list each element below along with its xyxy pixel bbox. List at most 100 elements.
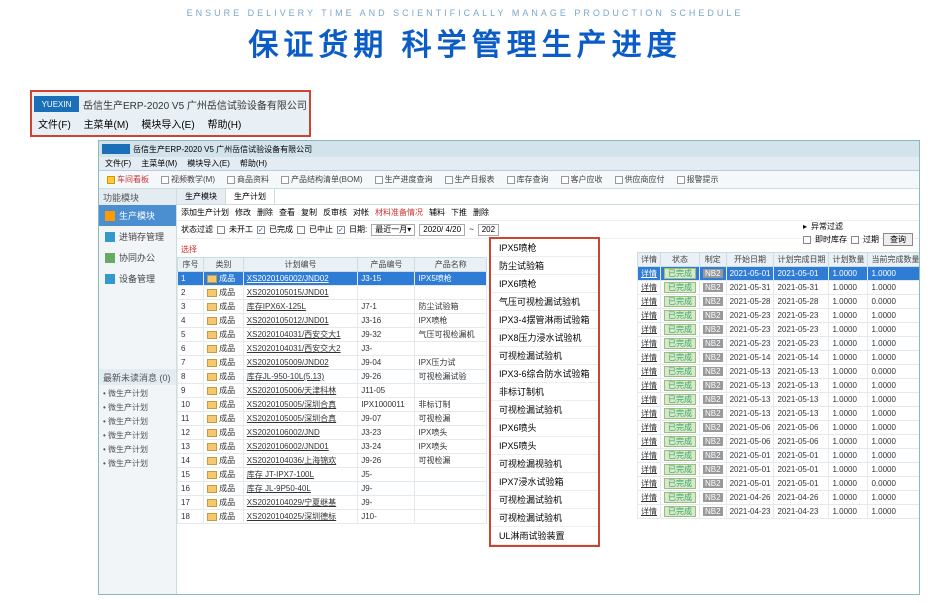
table-row[interactable]: 17成品XS2020104029/宁夏继基J9-: [178, 496, 487, 510]
action-9[interactable]: 下推: [451, 207, 467, 218]
table-row[interactable]: 详情已完成NB22021-05-012021-05-011.00000.0000: [638, 477, 920, 491]
table-row[interactable]: 8成品库存JL-950-10L(5.13)J9-26可视检漏试验: [178, 370, 487, 384]
action-3[interactable]: 查看: [279, 207, 295, 218]
toolbar-产品结构清单(BOM)[interactable]: 产品结构清单(BOM): [281, 174, 363, 185]
pending-item[interactable]: • 微生产计划: [103, 415, 172, 429]
action-4[interactable]: 复制: [301, 207, 317, 218]
table-row[interactable]: 5成品XS2020104031/西安交大1J9-32气压可视检漏机: [178, 328, 487, 342]
action-6[interactable]: 对帐: [353, 207, 369, 218]
product-popup[interactable]: IPX5喷枪防尘试验箱IPX6喷枪气压可视检漏试验机IPX3-4摆管淋雨试验箱I…: [489, 237, 600, 547]
date-from[interactable]: 2020/ 4/20: [419, 224, 465, 236]
zoom-menu-module[interactable]: 模块导入(E): [141, 120, 194, 131]
cb-nostart[interactable]: [217, 226, 225, 234]
table-row[interactable]: 详情已完成NB22021-05-062021-05-061.00001.0000…: [638, 435, 920, 449]
table-row[interactable]: 详情已完成NB22021-05-132021-05-131.00001.0000…: [638, 407, 920, 421]
popup-item[interactable]: 气压可视检漏试验机: [491, 293, 598, 311]
table-row[interactable]: 3成品库存IPX6X-125LJ7-1防尘试验箱: [178, 300, 487, 314]
table-row[interactable]: 详情已完成NB22021-04-262021-04-261.00001.0000…: [638, 491, 920, 505]
popup-item[interactable]: 可视检漏试验机: [491, 401, 598, 419]
popup-item[interactable]: 非标订制机: [491, 383, 598, 401]
popup-item[interactable]: IPX6喷头: [491, 419, 598, 437]
table-row[interactable]: 7成品XS2020105009/JND02J9-04IPX压力试: [178, 356, 487, 370]
table-row[interactable]: 13成品XS2020106002/JND01J3-24IPX喷头: [178, 440, 487, 454]
table-row[interactable]: 详情已完成NB22021-05-012021-05-011.00001.0000…: [638, 463, 920, 477]
action-1[interactable]: 修改: [235, 207, 251, 218]
table-row[interactable]: 1成品XS2020106002/JND02J3-15IPX5喷枪: [178, 272, 487, 286]
action-2[interactable]: 删除: [257, 207, 273, 218]
action-7[interactable]: 材料准备情况: [375, 207, 423, 218]
table-row[interactable]: 18成品XS2020104025/深圳德标J10-: [178, 510, 487, 524]
table-row[interactable]: 详情已完成NB22021-05-132021-05-131.00001.0000…: [638, 393, 920, 407]
toolbar-供应商应付[interactable]: 供应商应付: [615, 174, 665, 185]
toolbar-视频教学(M)[interactable]: 视频教学(M): [161, 174, 215, 185]
table-row[interactable]: 详情已完成NB22021-05-232021-05-231.00001.0000…: [638, 337, 920, 351]
table-row[interactable]: 9成品XS2020105006/天津科林J11-05: [178, 384, 487, 398]
table-row[interactable]: 12成品XS2020106002/JNDJ3-23IPX喷头: [178, 426, 487, 440]
toolbar-商品资料[interactable]: 商品资料: [227, 174, 269, 185]
pending-item[interactable]: • 微生产计划: [103, 401, 172, 415]
popup-item[interactable]: IPX5喷头: [491, 437, 598, 455]
menu-main[interactable]: 主菜单(M): [141, 158, 177, 169]
table-row[interactable]: 10成品XS2020105005/深圳合真IPX1000011非标订制: [178, 398, 487, 412]
nav-item[interactable]: 设备管理: [99, 268, 176, 289]
table-row[interactable]: 4成品XS2020105012/JND01J3-16IPX喷枪: [178, 314, 487, 328]
table-row[interactable]: 14成品XS2020104036/上海锦欢J9-26可视检漏: [178, 454, 487, 468]
toolbar-库存查询[interactable]: 库存查询: [507, 174, 549, 185]
action-10[interactable]: 删除: [473, 207, 489, 218]
pending-item[interactable]: • 微生产计划: [103, 443, 172, 457]
popup-item[interactable]: IPX5喷枪: [491, 239, 598, 257]
table-row[interactable]: 16成品库存 JL-9P50-40LJ9-: [178, 482, 487, 496]
popup-item[interactable]: 可视检漏视验机: [491, 455, 598, 473]
popup-item[interactable]: 可视检漏试验机: [491, 347, 598, 365]
table-row[interactable]: 详情已完成NB22021-05-232021-05-231.00001.0000…: [638, 309, 920, 323]
table-row[interactable]: 详情已完成NB22021-05-012021-05-011.00001.0000…: [638, 267, 920, 281]
popup-item[interactable]: IPX8压力浸水试验机: [491, 329, 598, 347]
menu-help[interactable]: 帮助(H): [240, 158, 267, 169]
popup-item[interactable]: 防尘试验箱: [491, 257, 598, 275]
popup-item[interactable]: IPX7浸水试验箱: [491, 473, 598, 491]
table-row[interactable]: 11成品XS2020105005/深圳合真J9-07可视检漏: [178, 412, 487, 426]
nav-item[interactable]: 生产模块: [99, 205, 176, 226]
table-row[interactable]: 详情已完成NB22021-05-312021-05-311.00001.0000…: [638, 281, 920, 295]
popup-item[interactable]: UL淋雨试验装置: [491, 527, 598, 545]
nav-item[interactable]: 协同办公: [99, 247, 176, 268]
pending-item[interactable]: • 微生产计划: [103, 387, 172, 401]
toolbar-报警提示[interactable]: 报警提示: [677, 174, 719, 185]
zoom-menu-main[interactable]: 主菜单(M): [84, 120, 129, 131]
table-row[interactable]: 详情已完成NB22021-05-132021-05-131.00001.0000…: [638, 379, 920, 393]
tab-production-module[interactable]: 生产模块: [177, 189, 226, 204]
popup-item[interactable]: 可视检漏试验机: [491, 509, 598, 527]
table-row[interactable]: 详情已完成NB22021-04-232021-04-231.00001.0000…: [638, 505, 920, 519]
pending-item[interactable]: • 微生产计划: [103, 429, 172, 443]
date-to[interactable]: 202: [478, 224, 499, 236]
popup-item[interactable]: IPX6喷枪: [491, 275, 598, 293]
table-row[interactable]: 详情已完成NB22021-05-282021-05-281.00000.0000: [638, 295, 920, 309]
table-row[interactable]: 详情已完成NB22021-05-142021-05-141.00001.0000…: [638, 351, 920, 365]
table-row[interactable]: 详情已完成NB22021-05-132021-05-131.00000.0000: [638, 365, 920, 379]
action-8[interactable]: 辅料: [429, 207, 445, 218]
zoom-menu-help[interactable]: 帮助(H): [207, 120, 241, 131]
zoom-menubar[interactable]: 文件(F) 主菜单(M) 模块导入(E) 帮助(H): [34, 114, 307, 133]
cb-date[interactable]: [337, 226, 345, 234]
cb-stopped[interactable]: [297, 226, 305, 234]
menu-module[interactable]: 模块导入(E): [187, 158, 230, 169]
nav-item[interactable]: 进销存管理: [99, 226, 176, 247]
pending-item[interactable]: • 微生产计划: [103, 457, 172, 471]
action-0[interactable]: 添加生产计划: [181, 207, 229, 218]
popup-item[interactable]: IPX3-6综合防水试验箱: [491, 365, 598, 383]
action-5[interactable]: 反审核: [323, 207, 347, 218]
menu-file[interactable]: 文件(F): [105, 158, 131, 169]
table-row[interactable]: 详情已完成NB22021-05-062021-05-061.00001.0000…: [638, 421, 920, 435]
tab-production-plan[interactable]: 生产计划: [226, 189, 275, 204]
popup-item[interactable]: 可视检漏试验机: [491, 491, 598, 509]
table-row[interactable]: 6成品XS2020104031/西安交大2J3-: [178, 342, 487, 356]
app-menubar[interactable]: 文件(F) 主菜单(M) 模块导入(E) 帮助(H): [99, 157, 919, 171]
table-row[interactable]: 详情已完成NB22021-05-012021-05-011.00001.0000…: [638, 449, 920, 463]
table-row[interactable]: 15成品库存 JT-IPX7-100LJ5-: [178, 468, 487, 482]
toolbar-车间看板[interactable]: 车间看板: [107, 174, 149, 185]
table-row[interactable]: 2成品XS2020105015/JND01: [178, 286, 487, 300]
date-range-select[interactable]: 最近一月 ▾: [371, 224, 415, 236]
popup-item[interactable]: IPX3-4摆管淋雨试验箱: [491, 311, 598, 329]
table-row[interactable]: 详情已完成NB22021-05-232021-05-231.00001.0000…: [638, 323, 920, 337]
zoom-menu-file[interactable]: 文件(F): [38, 120, 71, 131]
